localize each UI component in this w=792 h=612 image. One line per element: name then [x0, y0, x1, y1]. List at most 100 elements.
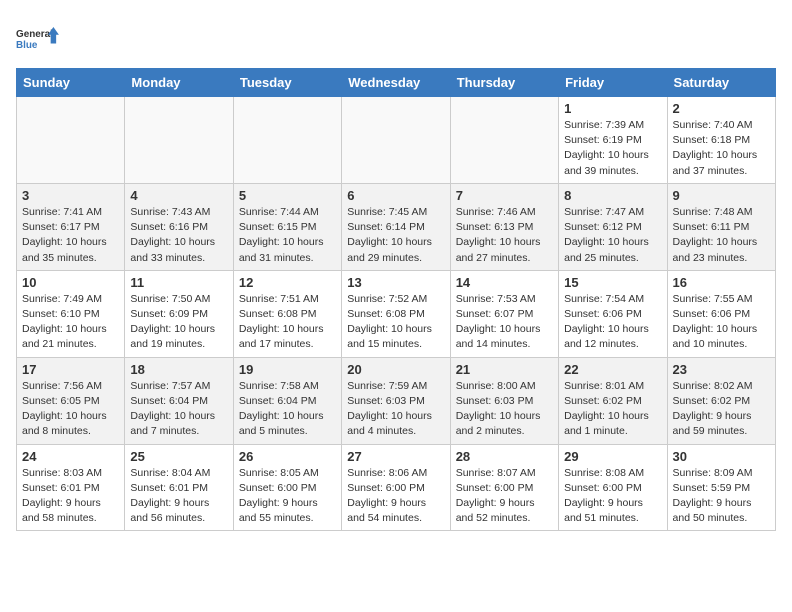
- day-number: 22: [564, 362, 661, 377]
- day-cell: 5Sunrise: 7:44 AM Sunset: 6:15 PM Daylig…: [233, 183, 341, 270]
- day-cell: 14Sunrise: 7:53 AM Sunset: 6:07 PM Dayli…: [450, 270, 558, 357]
- day-info: Sunrise: 7:51 AM Sunset: 6:08 PM Dayligh…: [239, 292, 336, 353]
- day-info: Sunrise: 7:59 AM Sunset: 6:03 PM Dayligh…: [347, 379, 444, 440]
- day-info: Sunrise: 7:46 AM Sunset: 6:13 PM Dayligh…: [456, 205, 553, 266]
- day-cell: 8Sunrise: 7:47 AM Sunset: 6:12 PM Daylig…: [559, 183, 667, 270]
- day-info: Sunrise: 8:06 AM Sunset: 6:00 PM Dayligh…: [347, 466, 444, 527]
- logo: General Blue: [16, 16, 136, 60]
- week-row-3: 10 Sunrise: 7:49 AM Sunset: 6:10 PM Dayli…: [17, 270, 776, 357]
- day-number: 16: [673, 275, 770, 290]
- day-info: Sunrise: 7:52 AM Sunset: 6:08 PM Dayligh…: [347, 292, 444, 353]
- day-cell: 27 Sunrise: 8:06 AM Sunset: 6:00 PM Dayli…: [342, 444, 450, 531]
- day-number: 25: [130, 449, 227, 464]
- day-number: 14: [456, 275, 553, 290]
- day-info: Sunrise: 7:39 AM Sunset: 6:19 PM Dayligh…: [564, 118, 661, 179]
- day-cell: 22 Sunrise: 8:01 AM Sunset: 6:02 PM Dayli…: [559, 357, 667, 444]
- day-info: Sunrise: 7:45 AM Sunset: 6:14 PM Dayligh…: [347, 205, 444, 266]
- day-number: 1: [564, 101, 661, 116]
- day-header-wednesday: Wednesday: [342, 69, 450, 97]
- day-number: 13: [347, 275, 444, 290]
- day-cell: 18 Sunrise: 7:57 AM Sunset: 6:04 PM Dayli…: [125, 357, 233, 444]
- day-header-saturday: Saturday: [667, 69, 775, 97]
- svg-text:General: General: [16, 29, 53, 40]
- day-info: Sunrise: 7:40 AM Sunset: 6:18 PM Dayligh…: [673, 118, 770, 179]
- day-number: 18: [130, 362, 227, 377]
- day-info: Sunrise: 7:49 AM Sunset: 6:10 PM Dayligh…: [22, 292, 119, 353]
- day-header-tuesday: Tuesday: [233, 69, 341, 97]
- day-header-sunday: Sunday: [17, 69, 125, 97]
- day-header-monday: Monday: [125, 69, 233, 97]
- day-number: 15: [564, 275, 661, 290]
- week-row-5: 24Sunrise: 8:03 AM Sunset: 6:01 PM Dayli…: [17, 444, 776, 531]
- day-info: Sunrise: 8:03 AM Sunset: 6:01 PM Dayligh…: [22, 466, 119, 527]
- day-number: 27: [347, 449, 444, 464]
- day-info: Sunrise: 7:47 AM Sunset: 6:12 PM Dayligh…: [564, 205, 661, 266]
- day-number: 9: [673, 188, 770, 203]
- day-info: Sunrise: 8:04 AM Sunset: 6:01 PM Dayligh…: [130, 466, 227, 527]
- day-cell: 29 Sunrise: 8:08 AM Sunset: 6:00 PM Dayli…: [559, 444, 667, 531]
- calendar-table: SundayMondayTuesdayWednesdayThursdayFrid…: [16, 68, 776, 531]
- day-cell: 30Sunrise: 8:09 AM Sunset: 5:59 PM Dayli…: [667, 444, 775, 531]
- header-row: SundayMondayTuesdayWednesdayThursdayFrid…: [17, 69, 776, 97]
- day-number: 23: [673, 362, 770, 377]
- day-cell: 2 Sunrise: 7:40 AM Sunset: 6:18 PM Daylig…: [667, 97, 775, 184]
- day-cell: 16 Sunrise: 7:55 AM Sunset: 6:06 PM Dayli…: [667, 270, 775, 357]
- logo-svg: General Blue: [16, 16, 60, 60]
- day-cell: 21 Sunrise: 8:00 AM Sunset: 6:03 PM Dayli…: [450, 357, 558, 444]
- day-cell: 4 Sunrise: 7:43 AM Sunset: 6:16 PM Daylig…: [125, 183, 233, 270]
- day-cell: [450, 97, 558, 184]
- day-cell: 3 Sunrise: 7:41 AM Sunset: 6:17 PM Daylig…: [17, 183, 125, 270]
- week-row-4: 17Sunrise: 7:56 AM Sunset: 6:05 PM Dayli…: [17, 357, 776, 444]
- day-number: 21: [456, 362, 553, 377]
- day-cell: 1 Sunrise: 7:39 AM Sunset: 6:19 PM Daylig…: [559, 97, 667, 184]
- day-info: Sunrise: 7:48 AM Sunset: 6:11 PM Dayligh…: [673, 205, 770, 266]
- day-number: 19: [239, 362, 336, 377]
- day-cell: 28 Sunrise: 8:07 AM Sunset: 6:00 PM Dayli…: [450, 444, 558, 531]
- day-info: Sunrise: 7:57 AM Sunset: 6:04 PM Dayligh…: [130, 379, 227, 440]
- week-row-1: 1 Sunrise: 7:39 AM Sunset: 6:19 PM Daylig…: [17, 97, 776, 184]
- day-cell: 23 Sunrise: 8:02 AM Sunset: 6:02 PM Dayli…: [667, 357, 775, 444]
- week-row-2: 3 Sunrise: 7:41 AM Sunset: 6:17 PM Daylig…: [17, 183, 776, 270]
- day-cell: 11Sunrise: 7:50 AM Sunset: 6:09 PM Dayli…: [125, 270, 233, 357]
- day-cell: 6 Sunrise: 7:45 AM Sunset: 6:14 PM Daylig…: [342, 183, 450, 270]
- day-info: Sunrise: 7:41 AM Sunset: 6:17 PM Dayligh…: [22, 205, 119, 266]
- day-number: 29: [564, 449, 661, 464]
- day-cell: 7 Sunrise: 7:46 AM Sunset: 6:13 PM Daylig…: [450, 183, 558, 270]
- day-info: Sunrise: 7:43 AM Sunset: 6:16 PM Dayligh…: [130, 205, 227, 266]
- day-info: Sunrise: 8:07 AM Sunset: 6:00 PM Dayligh…: [456, 466, 553, 527]
- day-info: Sunrise: 7:54 AM Sunset: 6:06 PM Dayligh…: [564, 292, 661, 353]
- day-cell: 25 Sunrise: 8:04 AM Sunset: 6:01 PM Dayli…: [125, 444, 233, 531]
- day-cell: [233, 97, 341, 184]
- day-cell: [342, 97, 450, 184]
- day-info: Sunrise: 8:01 AM Sunset: 6:02 PM Dayligh…: [564, 379, 661, 440]
- day-number: 7: [456, 188, 553, 203]
- day-number: 4: [130, 188, 227, 203]
- day-number: 3: [22, 188, 119, 203]
- day-cell: [17, 97, 125, 184]
- day-number: 28: [456, 449, 553, 464]
- day-info: Sunrise: 8:08 AM Sunset: 6:00 PM Dayligh…: [564, 466, 661, 527]
- day-info: Sunrise: 7:55 AM Sunset: 6:06 PM Dayligh…: [673, 292, 770, 353]
- day-info: Sunrise: 8:05 AM Sunset: 6:00 PM Dayligh…: [239, 466, 336, 527]
- day-cell: 10 Sunrise: 7:49 AM Sunset: 6:10 PM Dayli…: [17, 270, 125, 357]
- svg-text:Blue: Blue: [16, 40, 38, 51]
- day-number: 10: [22, 275, 119, 290]
- day-number: 6: [347, 188, 444, 203]
- day-info: Sunrise: 8:02 AM Sunset: 6:02 PM Dayligh…: [673, 379, 770, 440]
- day-cell: 26 Sunrise: 8:05 AM Sunset: 6:00 PM Dayli…: [233, 444, 341, 531]
- day-number: 17: [22, 362, 119, 377]
- day-cell: 20 Sunrise: 7:59 AM Sunset: 6:03 PM Dayli…: [342, 357, 450, 444]
- day-info: Sunrise: 7:58 AM Sunset: 6:04 PM Dayligh…: [239, 379, 336, 440]
- day-header-friday: Friday: [559, 69, 667, 97]
- day-cell: 24Sunrise: 8:03 AM Sunset: 6:01 PM Dayli…: [17, 444, 125, 531]
- day-number: 2: [673, 101, 770, 116]
- day-cell: 15 Sunrise: 7:54 AM Sunset: 6:06 PM Dayli…: [559, 270, 667, 357]
- day-info: Sunrise: 8:00 AM Sunset: 6:03 PM Dayligh…: [456, 379, 553, 440]
- day-number: 12: [239, 275, 336, 290]
- day-number: 20: [347, 362, 444, 377]
- day-number: 26: [239, 449, 336, 464]
- day-number: 5: [239, 188, 336, 203]
- day-cell: 12 Sunrise: 7:51 AM Sunset: 6:08 PM Dayli…: [233, 270, 341, 357]
- day-number: 11: [130, 275, 227, 290]
- day-cell: [125, 97, 233, 184]
